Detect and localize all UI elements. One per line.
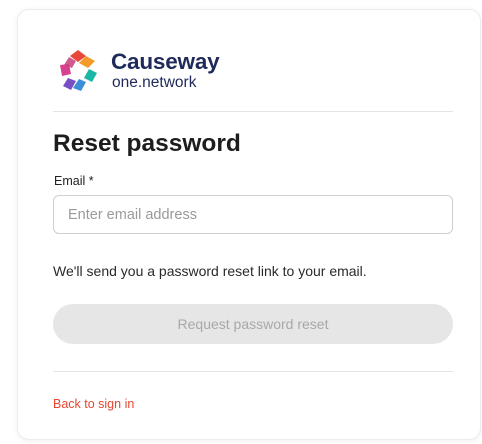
header-divider — [53, 111, 453, 112]
causeway-logo-icon — [60, 50, 97, 91]
back-to-sign-in-link[interactable]: Back to sign in — [53, 396, 134, 412]
page-title: Reset password — [53, 130, 241, 157]
brand-logo: Causeway one.network — [55, 48, 245, 94]
email-field[interactable] — [53, 195, 453, 234]
brand-subname: one.network — [112, 74, 197, 91]
email-label: Email * — [54, 174, 94, 188]
brand-name: Causeway — [111, 49, 220, 74]
reset-hint-text: We'll send you a password reset link to … — [53, 263, 367, 279]
footer-divider — [53, 371, 453, 372]
request-password-reset-button[interactable]: Request password reset — [53, 304, 453, 344]
